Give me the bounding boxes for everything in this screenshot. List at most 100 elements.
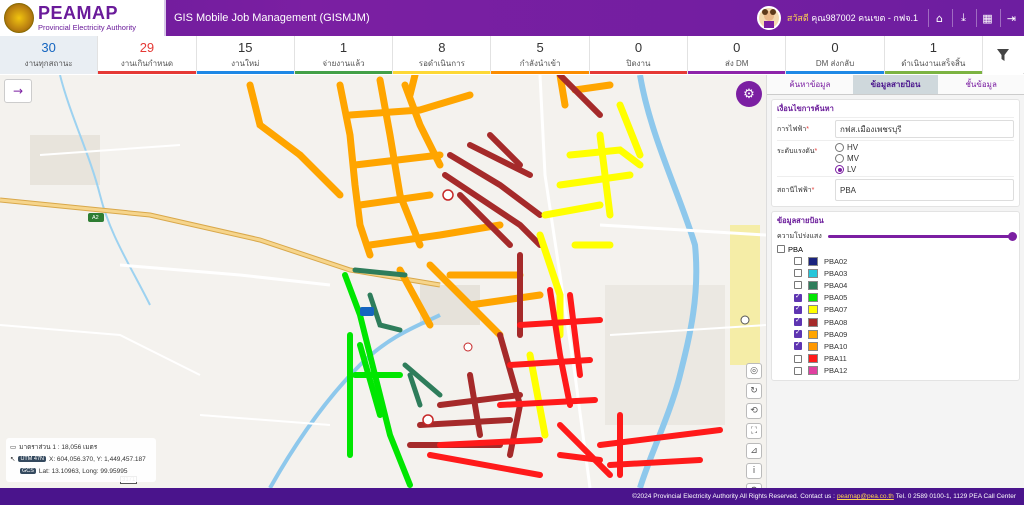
- layer-item[interactable]: PBA03: [794, 267, 1014, 279]
- stat-label: งานทุกสถานะ: [24, 59, 73, 68]
- download-icon[interactable]: ⤓: [952, 9, 970, 27]
- status-stats-bar: 30 งานทุกสถานะ 29 งานเกินกำหนด 15 งานใหม่ 1 จ่า…: [0, 36, 1024, 74]
- opacity-row: ความโปร่งแสง: [777, 229, 1017, 243]
- stat-label: DM ส่งกลับ: [815, 59, 855, 68]
- stat-tile[interactable]: 8 รอดำเนินการ: [393, 36, 492, 74]
- layer-item[interactable]: PBA05: [794, 292, 1014, 304]
- stat-tile[interactable]: 1 จ่ายงานแล้ว: [294, 36, 394, 74]
- stat-count: 1: [339, 40, 348, 55]
- layer-checkbox[interactable]: [794, 292, 802, 302]
- map-view[interactable]: → ⚙ A2 3171 ◎ ↻ ⟲ ⛶ ⊿ i ⚙ ▭มาตราส่วน 1 :…: [0, 75, 766, 488]
- radio-button[interactable]: [835, 165, 844, 174]
- info-icon[interactable]: i: [746, 463, 762, 479]
- stat-tile[interactable]: 29 งานเกินกำหนด: [98, 36, 197, 74]
- stat-color-bar: [393, 71, 491, 74]
- measure-icon[interactable]: ⊿: [746, 443, 762, 459]
- expand-sidebar-button[interactable]: →: [4, 79, 32, 103]
- panel-tab[interactable]: ข้อมูลสายป้อน: [852, 75, 939, 94]
- stat-color-bar: [884, 71, 982, 74]
- layer-item[interactable]: PBA12: [794, 365, 1014, 377]
- layer-color-swatch: [808, 354, 818, 364]
- layer-item[interactable]: PBA10: [794, 340, 1014, 352]
- feeder-layer-list: PBA02 PBA03 PBA04 PBA05 PBA07 PBA08 PBA09 PBA10…: [777, 255, 1014, 377]
- layer-item[interactable]: PBA07: [794, 304, 1014, 316]
- fullscreen-icon[interactable]: ⛶: [746, 423, 762, 439]
- arrow-right-icon: →: [12, 84, 24, 98]
- stat-tile[interactable]: 15 งานใหม่: [196, 36, 295, 74]
- map-settings-button[interactable]: ⚙: [736, 81, 762, 107]
- layer-name: PBA05: [824, 293, 848, 303]
- layer-checkbox[interactable]: [794, 257, 802, 266]
- layer-color-swatch: [808, 268, 818, 278]
- stat-tile[interactable]: 30 งานทุกสถานะ: [0, 36, 99, 74]
- search-title: เงื่อนไขการค้นหา: [777, 104, 834, 113]
- voltage-option[interactable]: HV: [835, 143, 859, 152]
- radio-button[interactable]: [835, 143, 844, 152]
- layer-color-swatch: [808, 366, 818, 376]
- layer-checkbox[interactable]: [794, 304, 802, 314]
- feeder-card: ข้อมูลสายป้อน ความโปร่งแสง PBA PBA02 PBA0…: [771, 211, 1020, 381]
- map-canvas[interactable]: [0, 75, 766, 488]
- opacity-slider[interactable]: [827, 231, 1017, 241]
- layer-item[interactable]: PBA08: [794, 316, 1014, 328]
- brand-subtitle: Provincial Electricity Authority: [38, 23, 136, 33]
- layer-checkbox[interactable]: [794, 328, 802, 339]
- logo[interactable]: PEAMAP Provincial Electricity Authority: [0, 0, 166, 36]
- filter-icon: [996, 49, 1009, 61]
- office-select[interactable]: กฟส.เมืองเพชรบุรี: [835, 120, 1014, 138]
- panel-tab[interactable]: ค้นหาข้อมูล: [767, 75, 853, 94]
- layer-color-swatch: [808, 280, 818, 290]
- radio-label: MV: [847, 154, 859, 163]
- layer-item[interactable]: PBA11: [794, 353, 1014, 365]
- radio-button[interactable]: [835, 154, 844, 163]
- slider-handle[interactable]: [1008, 231, 1017, 241]
- grid-icon[interactable]: ▦: [976, 9, 994, 27]
- layer-name: PBA09: [824, 329, 848, 339]
- stat-tile[interactable]: 5 กำลังนำเข้า: [491, 36, 590, 74]
- layer-checkbox[interactable]: [794, 354, 802, 363]
- layer-color-swatch: [808, 305, 818, 315]
- stat-tile[interactable]: 1 ดำเนินงานเสร็จสิ้น: [884, 36, 983, 74]
- refresh-icon[interactable]: ↻: [746, 383, 762, 399]
- voltage-row: ระดับแรงดัน* HV MV LV: [777, 140, 1014, 176]
- layer-item[interactable]: PBA02: [794, 255, 1014, 267]
- layer-checkbox[interactable]: [794, 340, 802, 351]
- layer-checkbox[interactable]: [794, 269, 802, 278]
- group-checkbox[interactable]: [777, 245, 785, 253]
- voltage-option[interactable]: LV: [835, 165, 859, 174]
- home-icon[interactable]: ⌂: [928, 9, 946, 27]
- locate-icon[interactable]: ◎: [746, 363, 762, 379]
- stat-label: ปิดงาน: [626, 59, 651, 68]
- office-label: การไฟฟ้า*: [777, 125, 810, 133]
- stat-tile[interactable]: 0 ส่ง DM: [688, 36, 787, 74]
- group-row[interactable]: PBA: [777, 243, 1014, 255]
- station-select[interactable]: PBA: [835, 179, 1014, 201]
- layer-checkbox[interactable]: [794, 366, 802, 375]
- logout-icon[interactable]: ⇥: [1000, 9, 1018, 27]
- scale-text: มาตราส่วน 1 : 18,056 เมตร: [19, 444, 98, 451]
- gear-icon: ⚙: [743, 86, 755, 102]
- panel-tab[interactable]: ชั้นข้อมูล: [938, 75, 1024, 94]
- stat-label: งานเกินกำหนด: [120, 59, 174, 68]
- group-name: PBA: [788, 244, 804, 254]
- layer-item[interactable]: PBA04: [794, 279, 1014, 291]
- layer-color-swatch: [808, 256, 818, 266]
- layer-checkbox[interactable]: [794, 316, 802, 327]
- layer-item[interactable]: PBA09: [794, 328, 1014, 340]
- stat-tile[interactable]: 0 ปิดงาน: [589, 36, 689, 74]
- layer-checkbox[interactable]: [794, 281, 802, 290]
- utm-tag: UTM 47N: [18, 456, 46, 462]
- stat-color-bar: [589, 71, 688, 74]
- voltage-option[interactable]: MV: [835, 154, 859, 163]
- rotate-icon[interactable]: ⟲: [746, 403, 762, 419]
- stat-tile[interactable]: 0 DM ส่งกลับ: [786, 36, 885, 74]
- stat-color-bar: [294, 71, 393, 74]
- station-label: สถานีไฟฟ้า*: [777, 186, 815, 194]
- filter-button[interactable]: [982, 36, 1023, 74]
- avatar[interactable]: [756, 6, 781, 30]
- stat-count: 0: [733, 40, 741, 55]
- right-panel: ค้นหาข้อมูล ข้อมูลสายป้อน ชั้นข้อมูล เงื่อ…: [766, 75, 1024, 488]
- layer-name: PBA10: [824, 341, 848, 351]
- stat-color-bar: [98, 71, 196, 74]
- contact-email-link[interactable]: peamap@pea.co.th: [837, 493, 894, 500]
